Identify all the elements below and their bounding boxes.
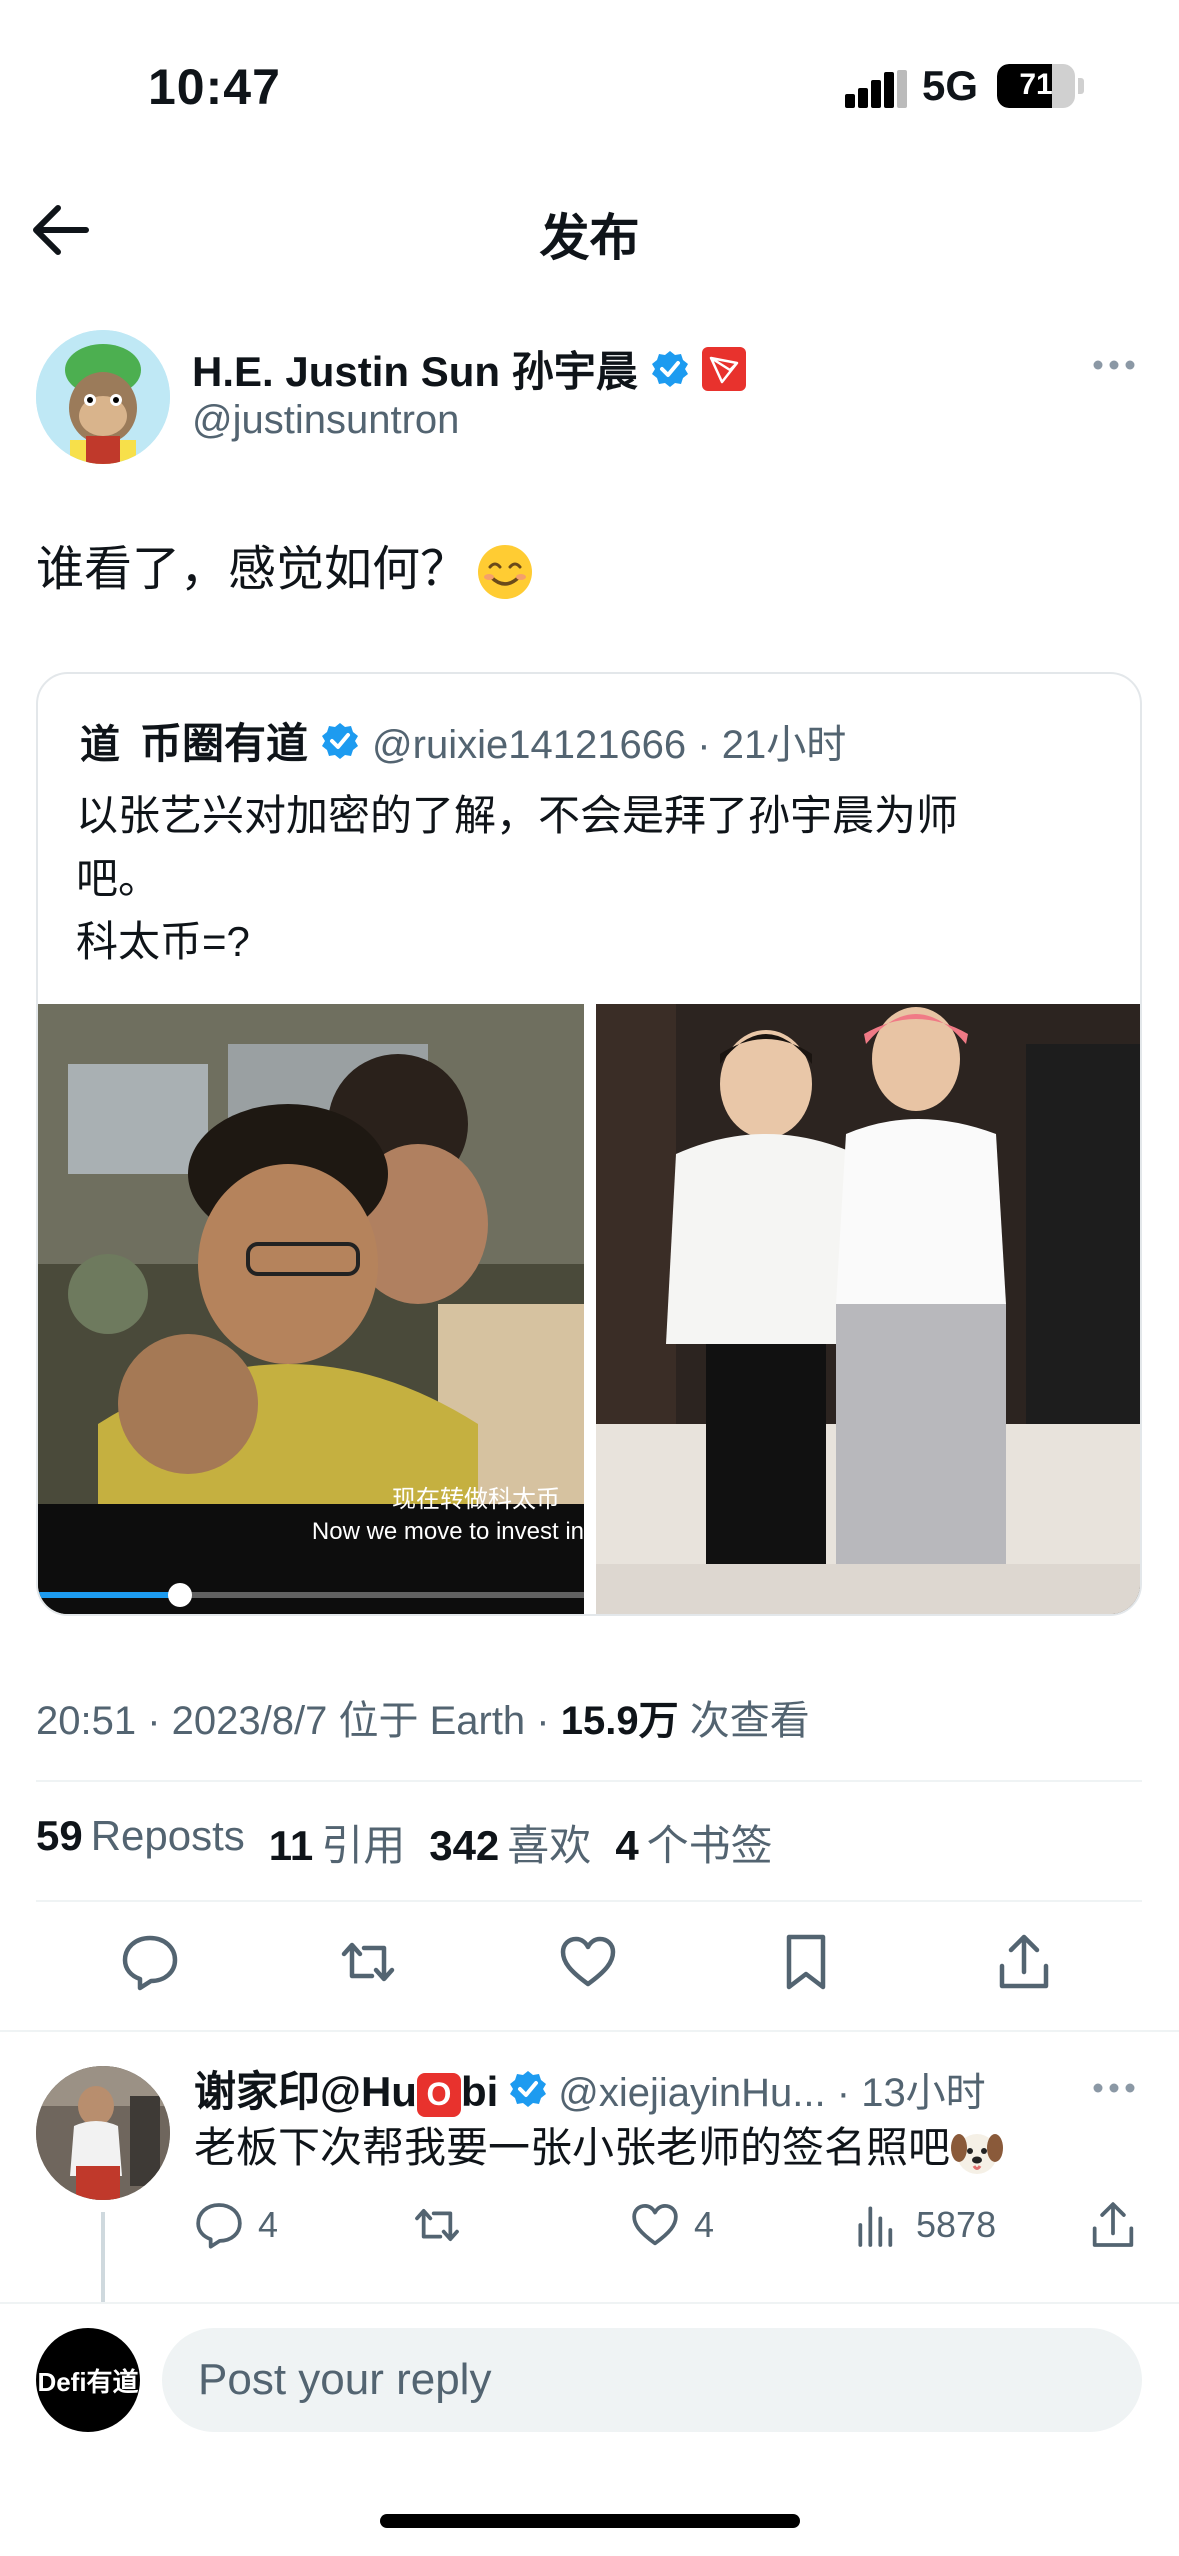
photo-thumbnail[interactable]	[596, 1004, 1140, 1614]
status-bar: 10:47 5G 71	[0, 0, 1179, 170]
signal-icon	[845, 70, 907, 108]
author-name[interactable]: H.E. Justin Sun 孙宇晨	[192, 338, 638, 399]
ape-avatar-image	[36, 330, 170, 464]
video-subtitle-cn: 现在转做科太币	[392, 1486, 560, 1513]
reply-replies-count: 4	[258, 2204, 279, 2245]
reply-icon	[196, 2203, 242, 2249]
compose-avatar[interactable]: Defi有道	[36, 2328, 140, 2432]
smiling-face-emoji-icon	[478, 545, 533, 600]
quote-text: 以张艺兴对加密的了解，不会是拜了孙宇晨为师 吧。 科太币=?	[76, 792, 959, 965]
bookmarks-stat[interactable]: 4 个书签	[615, 1812, 772, 1873]
quote-media: 现在转做科太币 Now we move to invest in	[38, 1004, 1140, 1614]
author-handle[interactable]: @justinsuntron	[192, 398, 459, 443]
reply-avatar-image	[36, 2066, 170, 2200]
reply-reply-action[interactable]: 4	[194, 2200, 278, 2250]
reply-meta: @xiejiayinHu... · 13小时	[558, 2070, 986, 2115]
photo-image	[596, 1004, 1140, 1614]
views-label: 次查看	[678, 1699, 810, 1743]
video-thumbnail[interactable]: 现在转做科太币 Now we move to invest in	[38, 1004, 584, 1614]
header: 发布	[0, 180, 1179, 280]
quotes-stat[interactable]: 11 引用	[269, 1812, 405, 1873]
reply-icon[interactable]	[120, 1932, 180, 1992]
reply-views-action[interactable]: 5878	[852, 2200, 996, 2250]
reply-name-suffix: bi	[460, 2068, 499, 2115]
views-icon	[858, 2206, 893, 2247]
tweet-stats: 59 Reposts 11 引用 342 喜欢 4 个书签	[36, 1812, 773, 1873]
verified-icon	[510, 2070, 547, 2107]
battery-icon: 71	[997, 64, 1075, 108]
quoted-tweet-card[interactable]: 道 币圈有道 @ruixie14121666 · 21小时 以张艺兴对加密的了解…	[36, 672, 1142, 1616]
video-scrubber-handle[interactable]	[167, 1583, 192, 1607]
reply-share-action[interactable]	[1088, 2200, 1138, 2250]
network-label: 5G	[922, 62, 979, 109]
video-subtitle-en: Now we move to invest in	[311, 1518, 584, 1545]
tweet-text-content: 谁看了，感觉如何？	[36, 543, 469, 596]
o-button-badge: O	[416, 2072, 461, 2117]
quotes-label: 引用	[321, 1822, 406, 1869]
like-icon[interactable]	[558, 1932, 618, 1992]
likes-label: 喜欢	[507, 1822, 592, 1869]
bookmark-icon[interactable]	[776, 1932, 836, 1992]
status-time: 10:47	[148, 59, 281, 115]
reply-avatar[interactable]	[36, 2066, 170, 2200]
reply-repost-action[interactable]	[412, 2200, 462, 2250]
share-icon[interactable]	[994, 1932, 1054, 1992]
reply-input[interactable]	[162, 2328, 1142, 2432]
quote-avatar[interactable]: 道	[72, 712, 128, 769]
bookmarks-label: 个书签	[646, 1822, 773, 1869]
likes-stat[interactable]: 342 喜欢	[429, 1812, 591, 1873]
video-progress-bar[interactable]	[38, 1583, 584, 1607]
share-icon	[1092, 2202, 1134, 2247]
reply-views-count: 5878	[916, 2204, 997, 2245]
like-icon	[632, 2203, 678, 2246]
divider	[36, 1900, 1142, 1902]
reply-text-content: 老板下次帮我要一张小张老师的签名照吧	[194, 2124, 951, 2171]
reply-author-name[interactable]: 谢家印@Hu Obi	[194, 2058, 498, 2119]
quote-meta: @ruixie14121666 · 21小时	[372, 722, 847, 767]
o-badge-letter: O	[426, 2076, 452, 2113]
reply-actions: 4 4 5878	[0, 2200, 1179, 2260]
reply-like-action[interactable]: 4	[630, 2200, 714, 2250]
bookmarks-count: 4	[615, 1822, 639, 1869]
likes-count: 342	[429, 1822, 500, 1869]
tweet-text: 谁看了，感觉如何？	[36, 540, 534, 601]
reply-likes-count: 4	[694, 2204, 715, 2245]
reply-text: 老板下次帮我要一张小张老师的签名照吧	[194, 2118, 1004, 2178]
reposts-label: Reposts	[90, 1812, 245, 1859]
more-icon[interactable]	[1092, 2078, 1136, 2098]
page-title: 发布	[539, 210, 640, 266]
quote-header: 道 币圈有道 @ruixie14121666 · 21小时	[72, 710, 846, 771]
reply-header: 谢家印@Hu Obi @xiejiayinHu... · 13小时	[194, 2058, 986, 2119]
dog-face-emoji-icon	[951, 2133, 1004, 2174]
divider	[0, 2302, 1179, 2304]
quotes-count: 11	[268, 1822, 314, 1869]
reposts-stat[interactable]: 59 Reposts	[36, 1812, 245, 1873]
tweet-meta-line: 20:51 · 2023/8/7 位于 Earth · 15.9万 次查看	[36, 1688, 810, 1746]
reply-name-prefix: 谢家印@Hu	[194, 2068, 417, 2115]
tweet-actions	[0, 1932, 1179, 2002]
divider	[36, 1780, 1142, 1782]
repost-icon[interactable]	[338, 1932, 398, 1992]
tron-icon	[701, 346, 746, 391]
home-indicator[interactable]	[380, 2514, 800, 2528]
battery-tip	[1078, 78, 1084, 94]
quote-author-name[interactable]: 币圈有道	[140, 710, 308, 771]
tweet-time-date: 20:51 · 2023/8/7 位于 Earth ·	[36, 1699, 561, 1743]
reposts-count: 59	[36, 1812, 83, 1859]
author-avatar[interactable]	[36, 330, 170, 464]
views-count: 15.9万	[560, 1699, 679, 1743]
verified-icon	[322, 722, 359, 759]
divider	[0, 2030, 1179, 2032]
video-progress-fill	[38, 1592, 180, 1598]
author-name-row: H.E. Justin Sun 孙宇晨	[192, 338, 746, 399]
verified-icon	[651, 350, 688, 387]
repost-icon	[415, 2208, 459, 2242]
more-icon[interactable]	[1092, 355, 1136, 375]
battery-level: 71	[1019, 68, 1053, 101]
